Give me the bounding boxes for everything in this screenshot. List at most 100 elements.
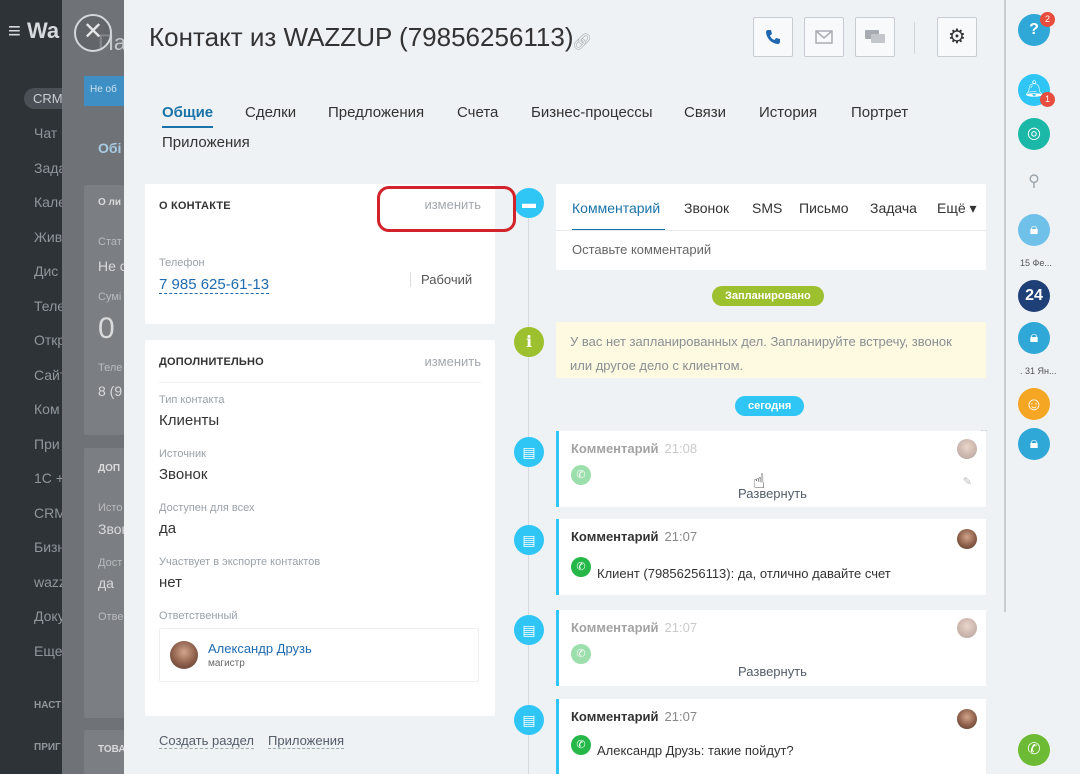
expand-link[interactable]: Развернуть [559, 664, 986, 679]
composer-tab-comment[interactable]: Комментарий [572, 200, 660, 216]
menu-section-label: ПРИГ [34, 742, 61, 753]
brand-logo: ≡ Wa [8, 18, 60, 43]
background-menu-item: При [34, 435, 60, 452]
entry-time: 21:07 [664, 709, 698, 724]
pin-icon[interactable]: ✎ [963, 475, 972, 488]
background-menu-item: Откр [34, 332, 66, 348]
lock-icon[interactable]: 🔒︎ [1018, 214, 1050, 246]
tab-history[interactable]: История [759, 104, 817, 121]
call-phone-icon[interactable]: ✆ [1018, 734, 1050, 766]
entry-title: Комментарий 21:07 [571, 529, 698, 544]
tab-apps[interactable]: Приложения [162, 134, 250, 151]
notification-badge: 1 [1040, 92, 1055, 107]
email-button[interactable] [804, 17, 844, 57]
background-text: Обі [98, 140, 122, 156]
composer-tab-email[interactable]: Письмо [799, 200, 849, 216]
apps-link[interactable]: Приложения [268, 733, 345, 749]
tab-offers[interactable]: Предложения [328, 104, 424, 121]
background-menu-item: Теле [34, 297, 66, 314]
composer-tab-task[interactable]: Задача [870, 200, 917, 216]
background-text: Звон [98, 521, 124, 537]
entry-text: Клиент (79856256113): да, отлично давайт… [597, 566, 891, 581]
page-title: Контакт из WAZZUP (79856256113) [149, 22, 574, 52]
background-text: О ли [98, 197, 122, 208]
entry-title: Комментарий 21:08 [571, 441, 698, 456]
tab-portrait[interactable]: Портрет [851, 104, 908, 121]
tab-links[interactable]: Связи [684, 104, 726, 121]
timeline-entry[interactable]: Комментарий 21:07 ✆ Клиент (79856256113):… [556, 519, 986, 595]
background-menu-item: Дис [34, 263, 59, 279]
comment-icon: ▤ [514, 437, 544, 467]
entry-time: 21:08 [664, 441, 698, 456]
chat-button[interactable] [855, 17, 895, 57]
whatsapp-icon: ✆ [571, 557, 591, 577]
slider-header: Контакт из WAZZUP (79856256113) 🔗︎ ⚙︎ [124, 0, 1006, 80]
background-menu-item: Жив [34, 228, 63, 245]
comment-input[interactable]: Оставьте комментарий [572, 242, 711, 257]
entry-time: 21:07 [664, 620, 698, 635]
chat-icon [865, 30, 885, 43]
comment-icon: ▤ [514, 615, 544, 645]
lock-icon[interactable]: 🔒︎ [1018, 322, 1050, 354]
composer-tab-call[interactable]: Звонок [684, 200, 729, 216]
user-avatar-icon[interactable]: ☺ [1018, 388, 1050, 420]
tab-deals[interactable]: Сделки [245, 104, 296, 121]
comment-icon: ▤ [514, 705, 544, 735]
tab-general[interactable]: Общие [162, 104, 214, 128]
background-text: Дост [98, 557, 123, 569]
create-section-link[interactable]: Создать раздел [159, 733, 254, 749]
timeline-entry[interactable]: Комментарий 21:07 ✆ Александр Друзь: таки… [556, 699, 986, 774]
avatar [957, 709, 977, 729]
edit-extra-link[interactable]: изменить [424, 354, 481, 369]
close-slider-button[interactable]: ✕ [74, 14, 112, 52]
close-icon: ✕ [82, 18, 104, 45]
background-tab: Не об [84, 76, 124, 106]
responsible-name[interactable]: Александр Друзь [208, 641, 312, 656]
background-text: ТОВА [98, 744, 124, 755]
background-menu-item: 1С + [34, 470, 64, 486]
field-label: Тип контакта [159, 394, 225, 406]
background-text: Теле [98, 362, 123, 374]
notice-text: У вас нет запланированных дел. Запланиру… [570, 334, 952, 349]
open-lines-icon[interactable]: ◎ [1018, 118, 1050, 150]
background-page: Не об Обі ПарО лиСтатНе сСумі0Теле8 (9ДО… [62, 0, 124, 774]
responsible-role: магистр [208, 658, 245, 669]
help-badge: 2 [1040, 12, 1055, 27]
menu-section-label: НАСТ [34, 700, 62, 711]
background-text: Отве [98, 611, 124, 623]
chat-date: . 31 Ян... [1020, 366, 1057, 376]
avatar [957, 529, 977, 549]
card-heading: О КОНТАКТЕ [159, 200, 231, 212]
tab-business-processes[interactable]: Бизнес-процессы [531, 104, 653, 121]
cursor-hand-icon: ☝︎ [753, 471, 766, 493]
call-button[interactable] [753, 17, 793, 57]
lock-icon[interactable]: 🔒︎ [1018, 428, 1050, 460]
entry-title: Комментарий 21:07 [571, 620, 698, 635]
phone-type: Рабочий [410, 272, 472, 287]
timeline-entry[interactable]: Комментарий 21:08 ✆ Развернуть ☝︎ ✎ [556, 431, 986, 507]
planned-notice: У вас нет запланированных дел. Запланиру… [556, 322, 986, 378]
timeline-entry[interactable]: Комментарий 21:07 ✆ Развернуть [556, 610, 986, 686]
composer-tab-more[interactable]: Ещё ▾ [937, 200, 977, 217]
phone-value[interactable]: 7 985 625-61-13 [159, 276, 270, 294]
expand-link[interactable]: Развернуть [559, 486, 986, 501]
notice-text: или другое дело с клиентом. [570, 358, 744, 373]
settings-button[interactable]: ⚙︎ [937, 17, 977, 57]
extra-info-card: ДОПОЛНИТЕЛЬНО изменить Тип контакта Клие… [145, 340, 495, 716]
whatsapp-icon: ✆ [571, 465, 591, 485]
mail-icon [815, 30, 833, 44]
background-text: Стат [98, 236, 122, 248]
highlight-annotation [377, 186, 516, 232]
search-icon[interactable]: ⚲ [1018, 166, 1050, 198]
avatar [957, 618, 977, 638]
field-label: Доступен для всех [159, 502, 255, 514]
link-icon[interactable]: 🔗︎ [572, 32, 592, 52]
field-value: да [159, 520, 177, 537]
background-text: 0 [98, 312, 115, 345]
bitrix24-icon[interactable]: 24 [1018, 280, 1050, 312]
composer-tab-sms[interactable]: SMS [752, 200, 782, 216]
today-label: сегодня [735, 396, 805, 416]
field-value: Звонок [159, 466, 208, 483]
responsible-user[interactable]: Александр Друзь магистр [159, 628, 479, 682]
tab-invoices[interactable]: Счета [457, 104, 498, 121]
